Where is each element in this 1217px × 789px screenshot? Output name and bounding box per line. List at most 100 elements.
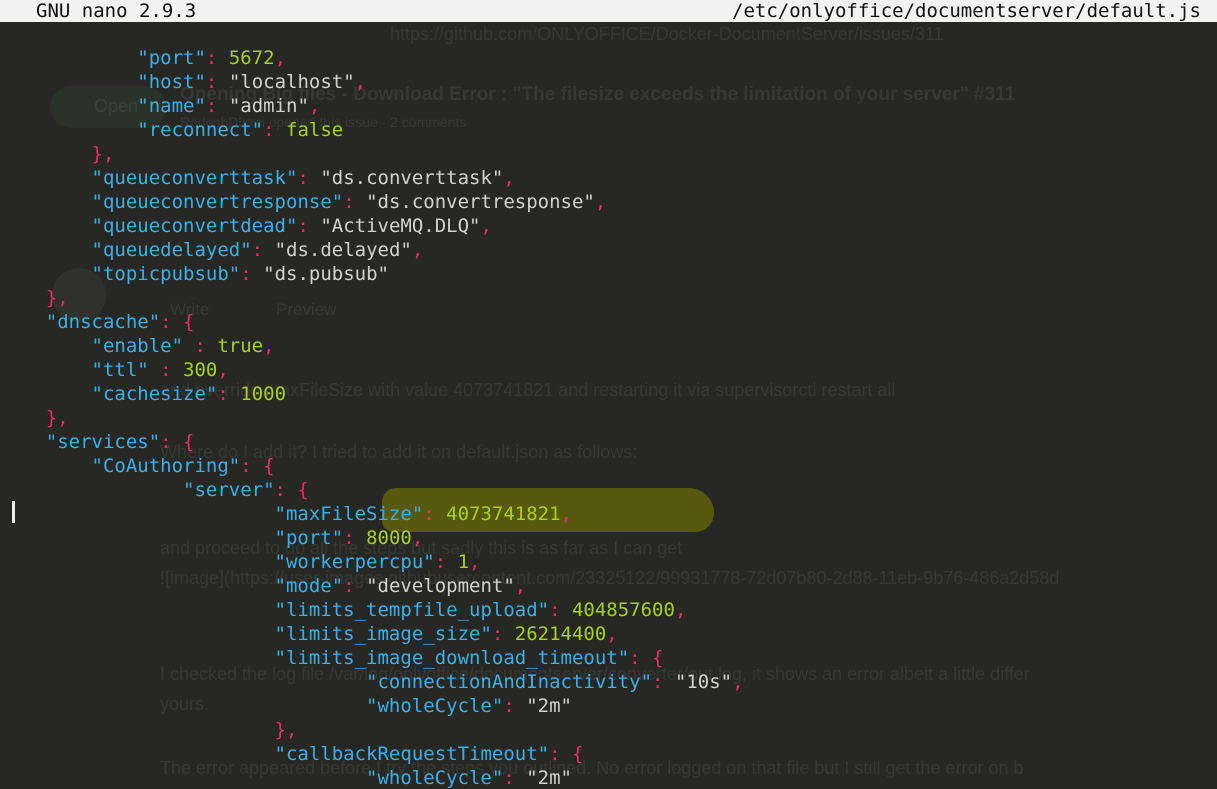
code-line[interactable]: },	[0, 718, 744, 742]
file-path: /etc/onlyoffice/documentserver/default.j…	[732, 0, 1201, 22]
code-token: :	[503, 767, 527, 789]
code-token: "workerpercpu"	[274, 551, 435, 573]
code-line[interactable]: "limits_image_download_timeout": {	[0, 646, 744, 670]
code-line[interactable]: "wholeCycle": "2m"	[0, 766, 744, 789]
code-line[interactable]: "cachesize": 1000	[0, 382, 744, 406]
code-token: ,	[354, 71, 367, 93]
code-token: :	[491, 623, 515, 645]
code-line[interactable]: "mode": "development",	[0, 574, 744, 598]
code-line[interactable]: "topicpubsub": "ds.pubsub"	[0, 262, 744, 286]
code-line[interactable]: "queueconvertresponse": "ds.convertrespo…	[0, 190, 744, 214]
code-token: 8000	[366, 527, 412, 549]
code-token: : {	[549, 743, 584, 765]
code-line[interactable]: "port": 5672,	[0, 46, 744, 70]
code-token: :	[205, 95, 229, 117]
code-token: ,	[560, 503, 572, 525]
code-token: "limits_tempfile_upload"	[274, 599, 550, 621]
code-line[interactable]: "maxFileSize": 4073741821,	[0, 502, 744, 526]
code-line[interactable]: "callbackRequestTimeout": {	[0, 742, 744, 766]
code-line[interactable]: "queuedelayed": "ds.delayed",	[0, 238, 744, 262]
code-line[interactable]: "workerpercpu": 1,	[0, 550, 744, 574]
code-line[interactable]: "server": {	[0, 478, 744, 502]
code-line[interactable]: },	[0, 406, 744, 430]
code-line[interactable]: "CoAuthoring": {	[0, 454, 744, 478]
code-token: ,	[606, 623, 618, 645]
code-token: :	[343, 575, 367, 597]
code-token: : {	[160, 431, 195, 453]
code-token: "wholeCycle"	[366, 695, 504, 717]
code-line[interactable]: "services": {	[0, 430, 744, 454]
code-line[interactable]: "queueconvertdead": "ActiveMQ.DLQ",	[0, 214, 744, 238]
code-line[interactable]: "enable" : true,	[0, 334, 744, 358]
code-token: ,	[503, 167, 515, 189]
code-line[interactable]: "reconnect": false	[0, 118, 744, 142]
code-token: :	[240, 263, 264, 285]
code-line[interactable]: "connectionAndInactivity": "10s",	[0, 670, 744, 694]
code-token: "connectionAndInactivity"	[366, 671, 653, 693]
code-line[interactable]: "limits_tempfile_upload": 404857600,	[0, 598, 744, 622]
code-line[interactable]: "host": "localhost",	[0, 70, 744, 94]
code-token: 404857600	[571, 599, 675, 621]
code-token: :	[297, 167, 321, 189]
code-line[interactable]: "limits_image_size": 26214400,	[0, 622, 744, 646]
code-token: "ds.convertresponse"	[366, 191, 595, 213]
code-token: "reconnect"	[137, 119, 264, 141]
code-token: "topicpubsub"	[91, 263, 241, 285]
code-token: ,	[480, 215, 492, 237]
code-token: :	[263, 119, 287, 141]
code-token: "port"	[137, 47, 206, 69]
editor-buffer[interactable]: "port": 5672, "host": "localhost", "name…	[0, 46, 744, 789]
code-token: 1000	[240, 383, 287, 405]
code-line[interactable]: "dnscache": {	[0, 310, 744, 334]
code-token: :	[205, 47, 229, 69]
code-line[interactable]: "ttl" : 300,	[0, 358, 744, 382]
code-token: "cachesize"	[91, 383, 218, 405]
code-token: 4073741821	[446, 503, 561, 525]
code-token: ,	[514, 575, 527, 597]
code-line[interactable]: },	[0, 142, 744, 166]
code-token: true	[217, 335, 264, 357]
code-token: :	[423, 503, 447, 525]
code-token: "limits_image_download_timeout"	[274, 647, 630, 669]
code-token: ,	[308, 95, 321, 117]
code-token: "2m"	[526, 767, 572, 789]
code-token: :	[205, 71, 229, 93]
code-token: "callbackRequestTimeout"	[274, 743, 550, 765]
code-token: :	[217, 383, 241, 405]
code-token: "queuedelayed"	[91, 239, 252, 261]
code-token: "name"	[137, 95, 206, 117]
code-line[interactable]: "name": "admin",	[0, 94, 744, 118]
code-token: "maxFileSize"	[274, 503, 424, 525]
code-token: },	[45, 287, 69, 309]
code-token: "ds.delayed"	[274, 239, 412, 261]
code-token: ,	[263, 335, 275, 357]
code-token: "host"	[137, 71, 206, 93]
code-token: : {	[160, 311, 195, 333]
code-token: :	[297, 215, 321, 237]
code-line[interactable]: "queueconverttask": "ds.converttask",	[0, 166, 744, 190]
code-line[interactable]: "port": 8000,	[0, 526, 744, 550]
code-token: :	[148, 359, 184, 381]
code-token: ,	[674, 599, 687, 621]
code-line[interactable]: },	[0, 286, 744, 310]
code-line[interactable]: "wholeCycle": "2m"	[0, 694, 744, 718]
code-token: ,	[411, 239, 424, 261]
code-token: "server"	[183, 479, 275, 501]
code-token: :	[251, 239, 275, 261]
